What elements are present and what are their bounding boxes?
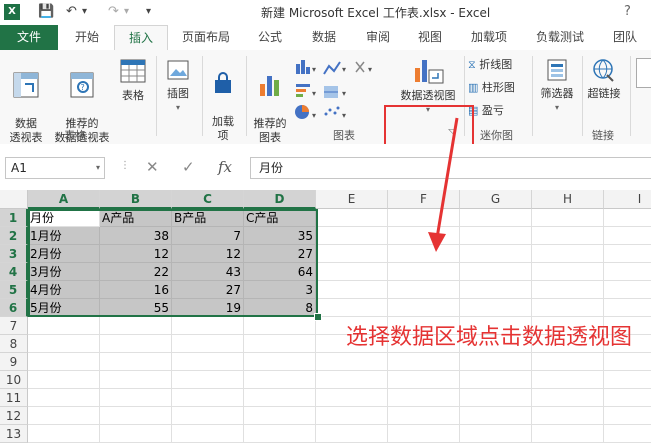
annotation-text: 选择数据区域点击数据透视图 <box>346 325 633 350</box>
annotation-arrow <box>428 117 459 252</box>
